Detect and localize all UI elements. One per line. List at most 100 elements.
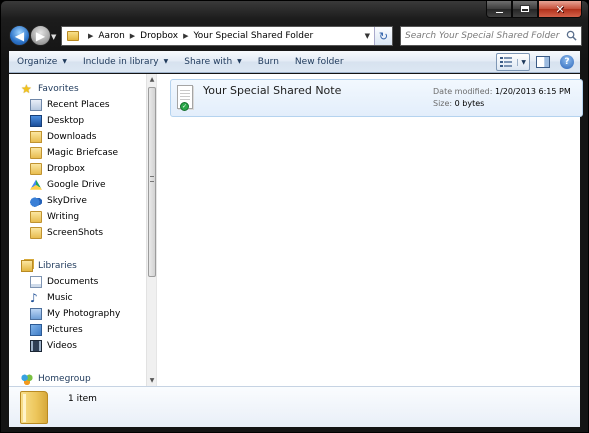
search-icon[interactable] — [566, 30, 577, 41]
breadcrumb-aaron[interactable]: Aaron — [98, 31, 124, 41]
photography-icon — [30, 308, 42, 320]
date-modified-value: 1/20/2013 6:15 PM — [494, 87, 571, 96]
sidebar-item-downloads[interactable]: Downloads — [30, 129, 96, 145]
include-in-library-label: Include in library — [82, 56, 159, 67]
file-item[interactable]: ✓ Your Special Shared Note Date modified… — [170, 79, 583, 117]
new-folder-label: New folder — [294, 56, 344, 67]
forward-button[interactable]: ▶ — [30, 25, 51, 46]
sidebar-item-videos[interactable]: Videos — [30, 338, 77, 354]
main-content: ★ Favorites Recent Places Desktop Downlo… — [9, 74, 583, 386]
sidebar-item-my-photography[interactable]: My Photography — [30, 306, 120, 322]
organize-button[interactable]: Organize ▼ — [9, 53, 75, 71]
sidebar-item-label: Magic Briefcase — [47, 148, 119, 158]
google-drive-icon — [30, 179, 42, 190]
details-view-icon — [500, 57, 512, 67]
chevron-down-icon: ▼ — [62, 58, 67, 65]
change-view-button[interactable]: ▼ — [496, 53, 530, 71]
folder-icon — [30, 163, 42, 175]
file-name: Your Special Shared Note — [203, 84, 342, 97]
sidebar-item-label: ScreenShots — [47, 228, 104, 238]
homegroup-icon — [21, 373, 33, 385]
burn-label: Burn — [257, 56, 279, 67]
share-with-label: Share with — [184, 56, 233, 67]
sidebar-item-recent-places[interactable]: Recent Places — [30, 97, 110, 113]
music-icon: ♪ — [30, 291, 38, 305]
sidebar-item-label: Documents — [47, 277, 99, 287]
minimize-button[interactable] — [486, 1, 512, 18]
sidebar-item-label: Videos — [47, 341, 77, 351]
include-in-library-button[interactable]: Include in library ▼ — [75, 53, 176, 71]
sidebar-item-screenshots[interactable]: ScreenShots — [30, 225, 103, 241]
sidebar-group-libraries[interactable]: Libraries — [21, 258, 77, 274]
sidebar-item-label: Recent Places — [47, 100, 110, 110]
sidebar-group-label: Libraries — [38, 261, 77, 271]
sidebar-item-label: SkyDrive — [47, 196, 87, 206]
sidebar-item-pictures[interactable]: Pictures — [30, 322, 83, 338]
close-button[interactable]: ✕ — [538, 1, 582, 18]
back-button[interactable]: ◀ — [9, 25, 30, 46]
close-icon: ✕ — [555, 2, 565, 16]
address-bar[interactable]: ▶ Aaron ▶ Dropbox ▶ Your Special Shared … — [61, 26, 393, 46]
file-date-modified: Date modified: 1/20/2013 6:15 PM — [433, 87, 571, 96]
refresh-icon: ↻ — [378, 29, 389, 43]
sidebar-item-label: Downloads — [47, 132, 97, 142]
videos-icon — [30, 340, 42, 352]
burn-button[interactable]: Burn — [250, 53, 287, 71]
new-folder-button[interactable]: New folder — [287, 53, 352, 71]
grip-icon — [150, 176, 154, 182]
command-bar: Organize ▼ Include in library ▼ Share with… — [9, 51, 580, 73]
chevron-right-icon[interactable]: ▶ — [88, 32, 93, 40]
maximize-icon — [520, 5, 530, 13]
maximize-button[interactable] — [512, 1, 538, 18]
sidebar-item-google-drive[interactable]: Google Drive — [30, 177, 106, 193]
recent-pages-dropdown[interactable]: ▼ — [51, 33, 56, 41]
sidebar-item-label: My Photography — [47, 309, 121, 319]
share-with-button[interactable]: Share with ▼ — [176, 53, 250, 71]
sidebar-group-label: Favorites — [38, 84, 79, 94]
sidebar-item-dropbox[interactable]: Dropbox — [30, 161, 85, 177]
sidebar-item-label: Google Drive — [47, 180, 106, 190]
arrow-left-icon: ◀ — [14, 28, 25, 43]
explorer-window: ✕ ◀ ▶ ▼ ▶ Aaron ▶ Dropbox ▶ Your Special… — [0, 0, 589, 433]
search-input[interactable] — [401, 31, 561, 41]
arrow-right-icon: ▶ — [35, 28, 46, 43]
desktop-icon — [30, 115, 42, 127]
documents-icon — [30, 276, 42, 288]
sidebar-item-desktop[interactable]: Desktop — [30, 113, 84, 129]
breadcrumb-dropbox[interactable]: Dropbox — [140, 31, 178, 41]
chevron-right-icon[interactable]: ▶ — [183, 32, 188, 40]
navigation-bar: ◀ ▶ ▼ ▶ Aaron ▶ Dropbox ▶ Your Special S… — [1, 23, 588, 49]
scroll-up-icon[interactable]: ▲ — [148, 75, 156, 84]
sidebar-item-label: Music — [47, 293, 73, 303]
file-size: Size: 0 bytes — [433, 99, 484, 108]
downloads-folder-icon — [30, 131, 42, 143]
preview-pane-icon[interactable] — [536, 56, 550, 68]
sidebar-item-magic-briefcase[interactable]: Magic Briefcase — [30, 145, 118, 161]
navigation-scrollbar[interactable]: ▲ ▼ — [146, 74, 156, 386]
organize-label: Organize — [17, 56, 58, 67]
sidebar-item-music[interactable]: ♪ Music — [30, 290, 73, 306]
item-count: 1 item — [68, 394, 97, 404]
chevron-right-icon[interactable]: ▶ — [130, 32, 135, 40]
sidebar-item-label: Desktop — [47, 116, 85, 126]
sidebar-group-homegroup[interactable]: Homegroup — [21, 371, 91, 386]
details-pane: 1 item — [9, 386, 580, 427]
sidebar-item-label: Dropbox — [47, 164, 85, 174]
scrollbar-thumb[interactable] — [148, 87, 156, 277]
help-icon[interactable]: ? — [560, 55, 574, 69]
refresh-button[interactable]: ↻ — [374, 27, 392, 45]
size-value: 0 bytes — [454, 99, 485, 108]
folder-icon — [20, 391, 48, 424]
sidebar-item-skydrive[interactable]: SkyDrive — [30, 193, 87, 209]
chevron-down-icon: ▼ — [237, 58, 242, 65]
search-box — [400, 26, 582, 46]
address-dropdown-icon[interactable]: ▼ — [365, 27, 370, 45]
sidebar-item-writing[interactable]: Writing — [30, 209, 79, 225]
scroll-down-icon[interactable]: ▼ — [148, 376, 156, 385]
sidebar-item-documents[interactable]: Documents — [30, 274, 98, 290]
breadcrumb-current-folder[interactable]: Your Special Shared Folder — [193, 31, 313, 41]
sidebar-group-favorites[interactable]: ★ Favorites — [21, 81, 79, 97]
minimize-icon — [494, 10, 504, 14]
sidebar-item-label: Pictures — [47, 325, 83, 335]
command-bar-right: ▼ ? — [496, 53, 574, 71]
